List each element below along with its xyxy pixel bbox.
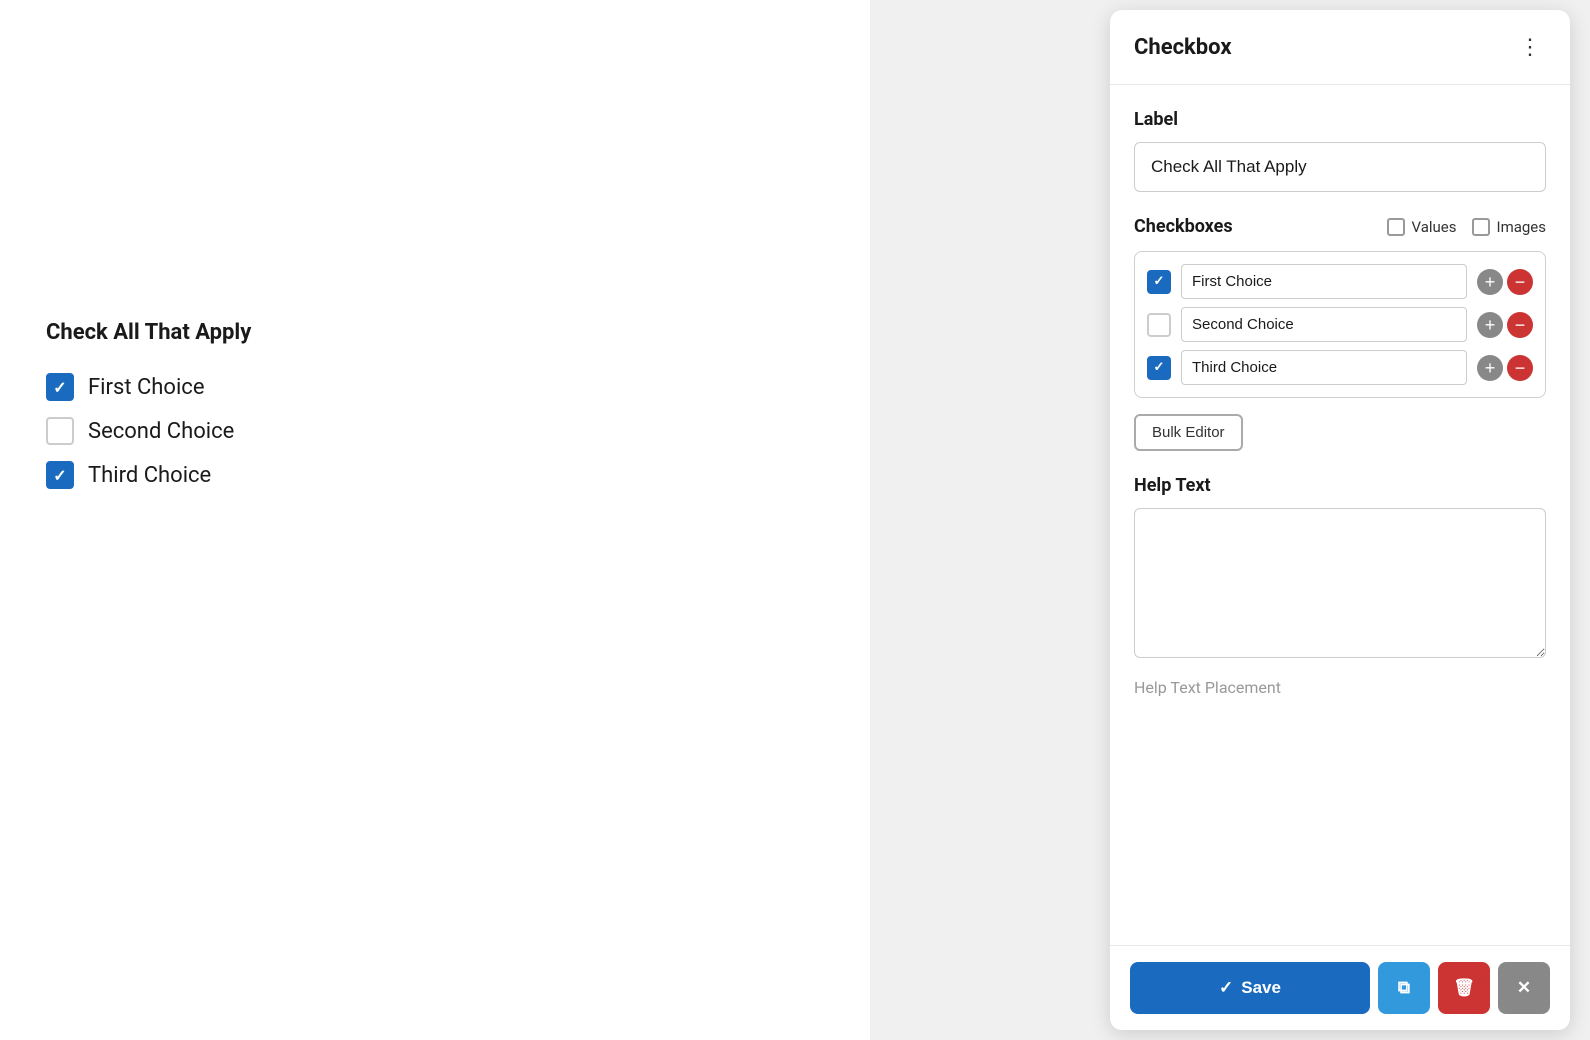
add-item-3-button[interactable]: +	[1477, 355, 1503, 381]
delete-button[interactable]: 🗑	[1438, 962, 1490, 1014]
help-text-input[interactable]	[1134, 508, 1546, 658]
list-item-3: + −	[1147, 350, 1533, 385]
copy-icon: ⧉	[1398, 978, 1410, 998]
checkboxes-section-heading: Checkboxes	[1134, 216, 1371, 237]
values-checkbox[interactable]	[1387, 218, 1405, 236]
remove-item-1-button[interactable]: −	[1507, 269, 1533, 295]
preview-group-label: Check All That Apply	[46, 320, 251, 345]
close-icon: ✕	[1517, 978, 1531, 998]
list-item-2: + −	[1147, 307, 1533, 342]
help-text-section-heading: Help Text	[1134, 475, 1546, 496]
preview-label-2: Second Choice	[88, 419, 234, 444]
preview-checkbox-2[interactable]	[46, 417, 74, 445]
list-checkbox-2[interactable]	[1147, 313, 1171, 337]
values-toggle[interactable]: Values	[1387, 218, 1456, 236]
label-input[interactable]	[1134, 142, 1546, 192]
values-label: Values	[1411, 218, 1456, 236]
list-checkbox-3[interactable]	[1147, 356, 1171, 380]
save-label: Save	[1241, 978, 1281, 998]
images-checkbox[interactable]	[1472, 218, 1490, 236]
checkbox-list: + − + − + −	[1134, 251, 1546, 398]
remove-item-3-button[interactable]: −	[1507, 355, 1533, 381]
save-check-icon: ✓	[1219, 978, 1233, 998]
panel-footer: ✓ Save ⧉ 🗑 ✕	[1110, 945, 1570, 1030]
bulk-editor-button[interactable]: Bulk Editor	[1134, 414, 1243, 451]
preview-label-3: Third Choice	[88, 463, 211, 488]
panel-body: Label Checkboxes Values Images + −	[1110, 85, 1570, 945]
preview-item-1[interactable]: First Choice	[46, 365, 251, 409]
preview-content: Check All That Apply First Choice Second…	[46, 320, 251, 497]
list-input-2[interactable]	[1181, 307, 1467, 342]
checkboxes-header: Checkboxes Values Images	[1134, 216, 1546, 237]
list-checkbox-1[interactable]	[1147, 270, 1171, 294]
label-section-heading: Label	[1134, 109, 1546, 130]
remove-item-2-button[interactable]: −	[1507, 312, 1533, 338]
list-actions-3: + −	[1477, 355, 1533, 381]
preview-item-3[interactable]: Third Choice	[46, 453, 251, 497]
trash-icon: 🗑	[1453, 978, 1475, 998]
add-item-1-button[interactable]: +	[1477, 269, 1503, 295]
list-input-1[interactable]	[1181, 264, 1467, 299]
save-button[interactable]: ✓ Save	[1130, 962, 1370, 1014]
help-text-placement-label: Help Text Placement	[1134, 678, 1546, 697]
preview-area: Check All That Apply First Choice Second…	[0, 0, 870, 1040]
copy-button[interactable]: ⧉	[1378, 962, 1430, 1014]
add-item-2-button[interactable]: +	[1477, 312, 1503, 338]
images-toggle[interactable]: Images	[1472, 218, 1546, 236]
preview-label-1: First Choice	[88, 375, 205, 400]
list-input-3[interactable]	[1181, 350, 1467, 385]
preview-checkbox-3[interactable]	[46, 461, 74, 489]
panel-header: Checkbox ⋮	[1110, 10, 1570, 85]
close-button[interactable]: ✕	[1498, 962, 1550, 1014]
preview-item-2[interactable]: Second Choice	[46, 409, 251, 453]
panel-menu-button[interactable]: ⋮	[1515, 30, 1546, 64]
images-label: Images	[1496, 218, 1546, 236]
list-actions-2: + −	[1477, 312, 1533, 338]
list-item-1: + −	[1147, 264, 1533, 299]
list-actions-1: + −	[1477, 269, 1533, 295]
panel-title: Checkbox	[1134, 35, 1232, 60]
right-panel: Checkbox ⋮ Label Checkboxes Values Image…	[1110, 10, 1570, 1030]
preview-checkbox-1[interactable]	[46, 373, 74, 401]
